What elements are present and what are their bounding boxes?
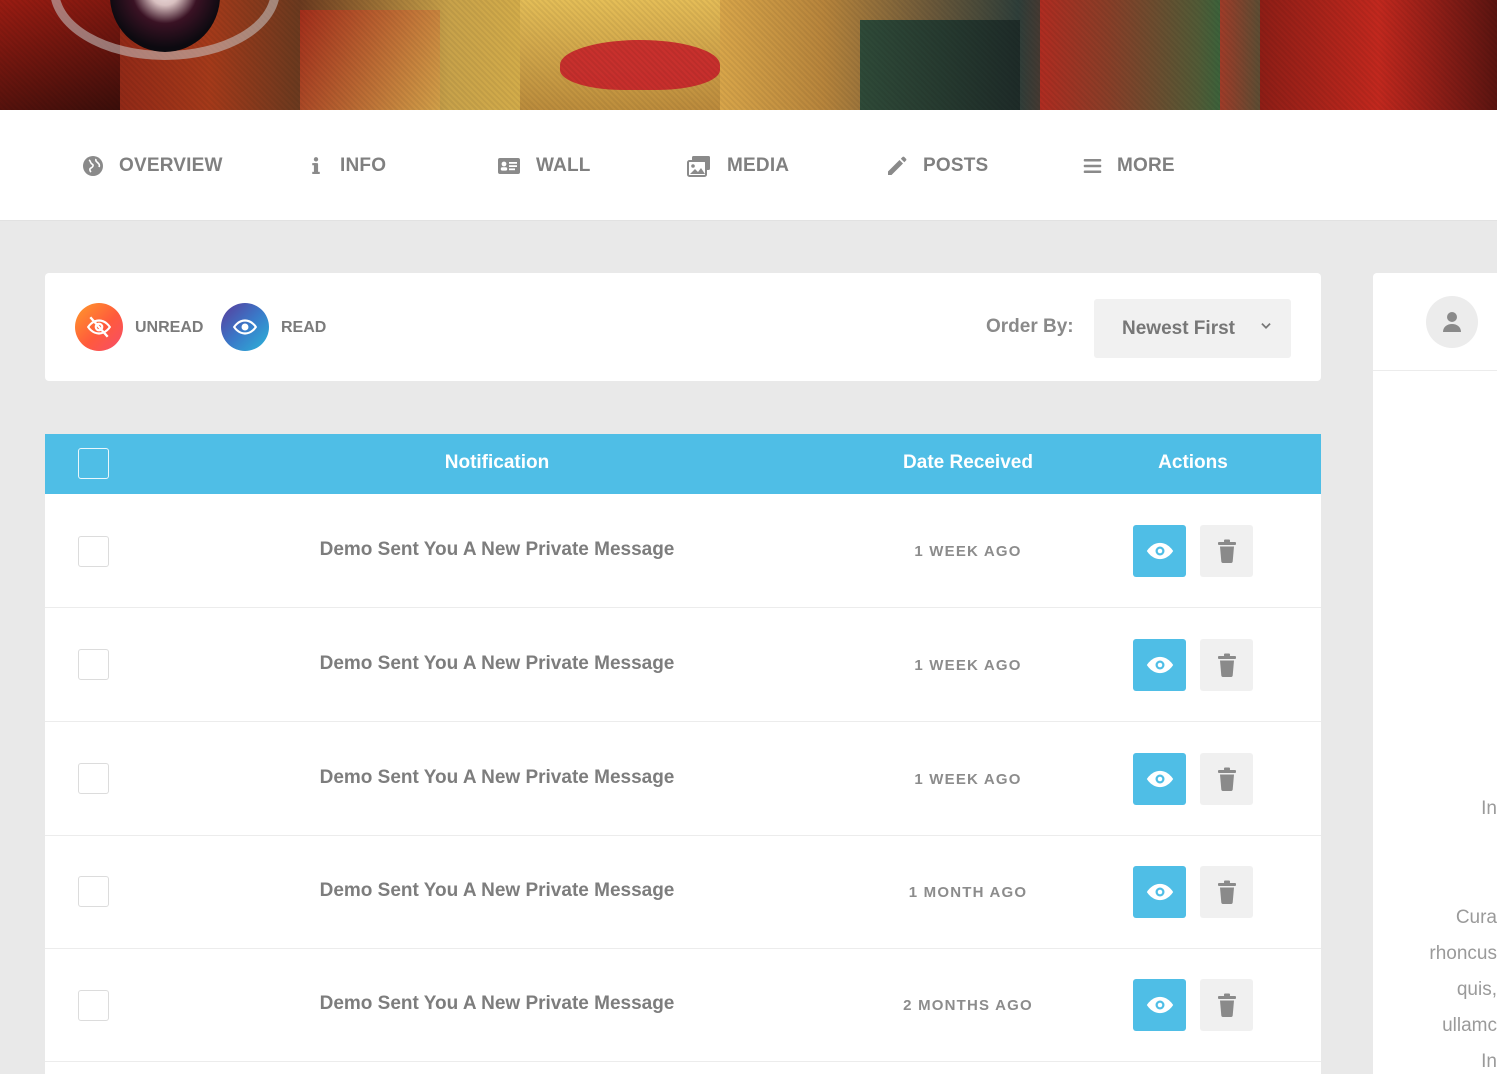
nav-item-info[interactable]: INFO [306,110,386,221]
delete-button[interactable] [1200,639,1253,691]
notification-message[interactable]: Demo Sent You A New Private Message [185,993,809,1015]
notification-filter-bar: UNREAD READ Order By: Newest First [45,273,1321,381]
notification-message[interactable]: Demo Sent You A New Private Message [185,653,809,675]
view-button[interactable] [1133,753,1186,805]
eye-icon [1146,656,1173,674]
unread-label[interactable]: UNREAD [135,319,203,337]
nav-item-label: OVERVIEW [119,154,223,176]
sidebar-widget-header [1373,273,1497,371]
nav-item-wall[interactable]: WALL [496,110,591,221]
id-card-icon [498,157,520,174]
column-header-notification: Notification [444,452,550,473]
notification-date: 2 MONTHS AGO [903,997,1033,1014]
row-checkbox[interactable] [78,536,109,567]
trash-icon [1217,539,1236,563]
info-icon [312,156,320,174]
select-all-checkbox[interactable] [78,448,109,479]
notification-date: 1 MONTH AGO [908,884,1028,901]
notifications-table: Notification Date Received Actions Demo … [45,434,1321,1074]
unread-badge[interactable] [75,303,123,351]
notification-date: 1 WEEK AGO [914,771,1022,788]
sidebar-text-line: In [1481,1051,1497,1072]
view-button[interactable] [1133,866,1186,918]
column-header-actions: Actions [1158,452,1228,473]
view-button[interactable] [1133,525,1186,577]
nav-item-more[interactable]: MORE [1082,110,1175,221]
trash-icon [1217,993,1236,1017]
nav-item-media[interactable]: MEDIA [685,110,789,221]
table-row: Demo Sent You A New Private Message 1 WE… [45,608,1321,722]
notification-message[interactable]: Demo Sent You A New Private Message [185,880,809,902]
trash-icon [1217,880,1236,904]
table-row: Demo Sent You A New Private Message 2 MO… [45,948,1321,1062]
delete-button[interactable] [1200,979,1253,1031]
nav-item-label: WALL [536,154,591,176]
notification-message[interactable]: Demo Sent You A New Private Message [185,539,809,561]
order-by-value: Newest First [1122,317,1235,339]
eye-icon [1146,770,1173,788]
row-checkbox[interactable] [78,990,109,1021]
eye-icon [1146,883,1173,901]
table-row: Demo Sent You A New Private Message 1 WE… [45,494,1321,608]
user-icon [1443,312,1461,332]
order-by-label: Order By: [986,316,1074,337]
view-button[interactable] [1133,979,1186,1031]
row-checkbox[interactable] [78,763,109,794]
sidebar-text-line: rhoncus [1429,943,1497,964]
notification-date: 1 WEEK AGO [914,657,1022,674]
view-button[interactable] [1133,639,1186,691]
read-label[interactable]: READ [281,319,326,337]
user-avatar[interactable] [1426,296,1478,348]
eye-slash-icon [86,316,112,338]
sidebar-text-line: ullamc [1442,1015,1497,1036]
sidebar-text-line: Cura [1455,907,1497,928]
eye-icon [1146,542,1173,560]
sidebar-text-line: In [1481,798,1497,819]
notification-date: 1 WEEK AGO [914,543,1022,560]
eye-icon [232,319,258,335]
globe-icon [83,155,103,176]
row-checkbox[interactable] [78,876,109,907]
column-header-date: Date Received [903,452,1033,473]
table-row: Demo Sent You A New Private Message 1 MO… [45,835,1321,949]
nav-item-label: MEDIA [727,154,790,176]
images-icon [687,155,710,177]
trash-icon [1217,767,1236,791]
read-badge[interactable] [221,303,269,351]
table-row: Demo Sent You A New Private Message 1 WE… [45,722,1321,836]
chevron-down-icon [1261,323,1271,329]
nav-item-posts[interactable]: POSTS [885,110,988,221]
order-by-select[interactable]: Newest First [1094,299,1291,358]
nav-item-label: INFO [340,154,387,176]
pencil-icon [888,156,907,175]
trash-icon [1217,653,1236,677]
eye-icon [1146,996,1173,1014]
row-checkbox[interactable] [78,649,109,680]
delete-button[interactable] [1200,866,1253,918]
nav-item-overview[interactable]: OVERVIEW [81,110,223,221]
nav-item-label: POSTS [923,154,989,176]
delete-button[interactable] [1200,525,1253,577]
sidebar-widget: In Cura rhoncus quis, ullamc In [1373,273,1497,1074]
nav-item-label: MORE [1117,154,1175,176]
profile-nav: OVERVIEW INFO WALL MEDIA POSTS MORE [0,110,1497,221]
notification-message[interactable]: Demo Sent You A New Private Message [185,767,809,789]
sidebar-text-line: quis, [1456,979,1497,1000]
table-header: Notification Date Received Actions [45,434,1321,494]
delete-button[interactable] [1200,753,1253,805]
menu-icon [1083,158,1102,173]
